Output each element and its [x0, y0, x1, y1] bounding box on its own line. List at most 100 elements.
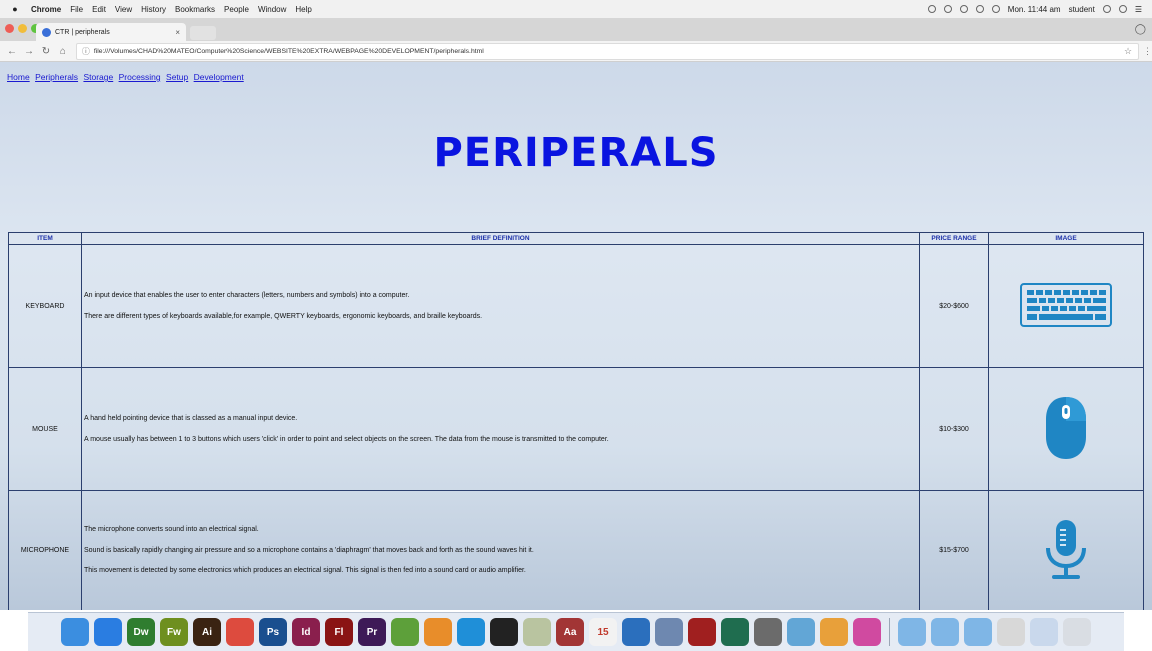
dock-trash-icon[interactable]	[1063, 618, 1091, 646]
browser-toolbar: ← → ↻ ⌂ ⓘ file:///Volumes/CHAD%20MATEO/C…	[0, 41, 1152, 62]
nav-link-development[interactable]: Development	[194, 72, 244, 82]
dock-app-dark-icon[interactable]	[490, 618, 518, 646]
table-row: KEYBOARD An input device that enables th…	[8, 244, 1144, 368]
siri-icon[interactable]	[1118, 5, 1127, 13]
dock-safari-icon[interactable]	[94, 618, 122, 646]
window-controls	[5, 24, 40, 33]
site-nav: Home Peripherals Storage Processing Setu…	[7, 72, 247, 82]
definition-line: This movement is detected by some electr…	[84, 567, 526, 575]
dock-calendar-icon[interactable]: 15	[589, 618, 617, 646]
nav-link-peripherals[interactable]: Peripherals	[35, 72, 78, 82]
back-icon[interactable]: ←	[7, 46, 17, 57]
definition-line: Sound is basically rapidly changing air …	[84, 546, 534, 554]
item-price: $10-$300	[919, 367, 989, 491]
dock-folder-downloads-icon[interactable]	[964, 618, 992, 646]
close-tab-icon[interactable]: ×	[175, 28, 180, 37]
menu-help[interactable]: Help	[295, 5, 311, 14]
home-icon[interactable]: ⌂	[58, 46, 68, 57]
menu-kebab-icon[interactable]: ⋮	[1143, 46, 1152, 57]
notification-center-icon[interactable]: ☰	[1135, 5, 1142, 14]
dock-separator	[889, 618, 890, 646]
dock-system-prefs-icon[interactable]	[754, 618, 782, 646]
menu-clock[interactable]: Mon. 11:44 am	[1008, 5, 1061, 14]
volume-icon[interactable]	[991, 5, 1000, 13]
menu-file[interactable]: File	[70, 5, 83, 14]
nav-link-storage[interactable]: Storage	[83, 72, 113, 82]
page-title: PERIPERALS	[433, 130, 719, 176]
definition-line: A mouse usually has between 1 to 3 butto…	[84, 435, 609, 443]
item-name: KEYBOARD	[8, 244, 82, 368]
item-image-cell	[988, 244, 1144, 368]
menu-bookmarks[interactable]: Bookmarks	[175, 5, 215, 14]
menu-user[interactable]: student	[1069, 5, 1095, 14]
dock-dreamweaver-icon[interactable]: Dw	[127, 618, 155, 646]
table-row: MICROPHONE The microphone converts sound…	[8, 490, 1144, 610]
menu-history[interactable]: History	[141, 5, 166, 14]
bluetooth-icon[interactable]	[959, 5, 968, 13]
item-definition: A hand held pointing device that is clas…	[81, 367, 920, 491]
dock-folder-other-icon[interactable]	[997, 618, 1025, 646]
dock-app-map-icon[interactable]	[787, 618, 815, 646]
dock-fireworks-icon[interactable]: Fw	[160, 618, 188, 646]
time-machine-status-icon[interactable]	[943, 5, 952, 13]
dock-photoshop-icon[interactable]: Ps	[259, 618, 287, 646]
minimize-window-button[interactable]	[18, 24, 27, 33]
dock-app-feather-icon[interactable]	[523, 618, 551, 646]
dock-app-blue-icon[interactable]	[457, 618, 485, 646]
dock-dictionary-icon[interactable]: Aa	[556, 618, 584, 646]
menu-app[interactable]: Chrome	[31, 5, 61, 14]
menu-edit[interactable]: Edit	[92, 5, 106, 14]
spotlight-icon[interactable]	[1102, 5, 1111, 13]
dock-photo-booth-icon[interactable]	[688, 618, 716, 646]
tab-strip: CTR | peripherals × ◯	[0, 18, 1152, 41]
dock-flash-icon[interactable]: Fl	[325, 618, 353, 646]
item-definition: The microphone converts sound into an el…	[81, 490, 920, 610]
address-url[interactable]: file:///Volumes/CHAD%20MATEO/Computer%20…	[94, 48, 484, 55]
dock-time-machine-icon[interactable]	[721, 618, 749, 646]
status-icon[interactable]	[927, 5, 936, 13]
profile-icon[interactable]: ◯	[1135, 24, 1146, 35]
dock: Dw Fw Ai Ps Id Fl Pr Aa 15	[28, 612, 1124, 651]
dock-app-green-icon[interactable]	[391, 618, 419, 646]
definition-line: There are different types of keyboards a…	[84, 312, 483, 320]
dock-itunes-icon[interactable]	[853, 618, 881, 646]
dock-indesign-icon[interactable]: Id	[292, 618, 320, 646]
dock-finder-icon[interactable]	[61, 618, 89, 646]
reload-icon[interactable]: ↻	[41, 46, 51, 57]
header-definition: BRIEF DEFINITION	[81, 232, 920, 245]
item-name: MICROPHONE	[8, 490, 82, 610]
dock-app-orange-icon[interactable]	[424, 618, 452, 646]
item-price: $20-$600	[919, 244, 989, 368]
browser-tab[interactable]: CTR | peripherals ×	[36, 23, 186, 41]
dock-photos-icon[interactable]	[820, 618, 848, 646]
menu-status-area: Mon. 11:44 am student ☰	[927, 5, 1152, 14]
menu-view[interactable]: View	[115, 5, 132, 14]
nav-link-home[interactable]: Home	[7, 72, 30, 82]
forward-icon[interactable]: →	[24, 46, 34, 57]
item-image-cell	[988, 490, 1144, 610]
info-icon[interactable]: ⓘ	[82, 46, 90, 57]
dock-app-globe-icon[interactable]	[622, 618, 650, 646]
wifi-icon[interactable]	[975, 5, 984, 13]
bookmark-star-icon[interactable]: ☆	[1124, 46, 1132, 57]
dock-folder-apps-icon[interactable]	[898, 618, 926, 646]
dock-premiere-icon[interactable]: Pr	[358, 618, 386, 646]
header-item: ITEM	[8, 232, 82, 245]
definition-line: A hand held pointing device that is clas…	[84, 414, 298, 422]
dock-stack-icon[interactable]	[1030, 618, 1058, 646]
nav-link-processing[interactable]: Processing	[119, 72, 161, 82]
apple-icon[interactable]: ●	[8, 4, 22, 14]
address-bar[interactable]: ⓘ file:///Volumes/CHAD%20MATEO/Computer%…	[75, 42, 1140, 60]
nav-link-setup[interactable]: Setup	[166, 72, 188, 82]
dock-illustrator-icon[interactable]: Ai	[193, 618, 221, 646]
header-price-range: PRICE RANGE	[919, 232, 989, 245]
menu-window[interactable]: Window	[258, 5, 286, 14]
close-window-button[interactable]	[5, 24, 14, 33]
menu-people[interactable]: People	[224, 5, 249, 14]
dock-app-preview-icon[interactable]	[655, 618, 683, 646]
dock-folder-docs-icon[interactable]	[931, 618, 959, 646]
favicon-icon	[42, 27, 51, 37]
microphone-icon	[1046, 519, 1086, 579]
dock-chrome-icon[interactable]	[226, 618, 254, 646]
new-tab-button[interactable]	[190, 26, 216, 40]
